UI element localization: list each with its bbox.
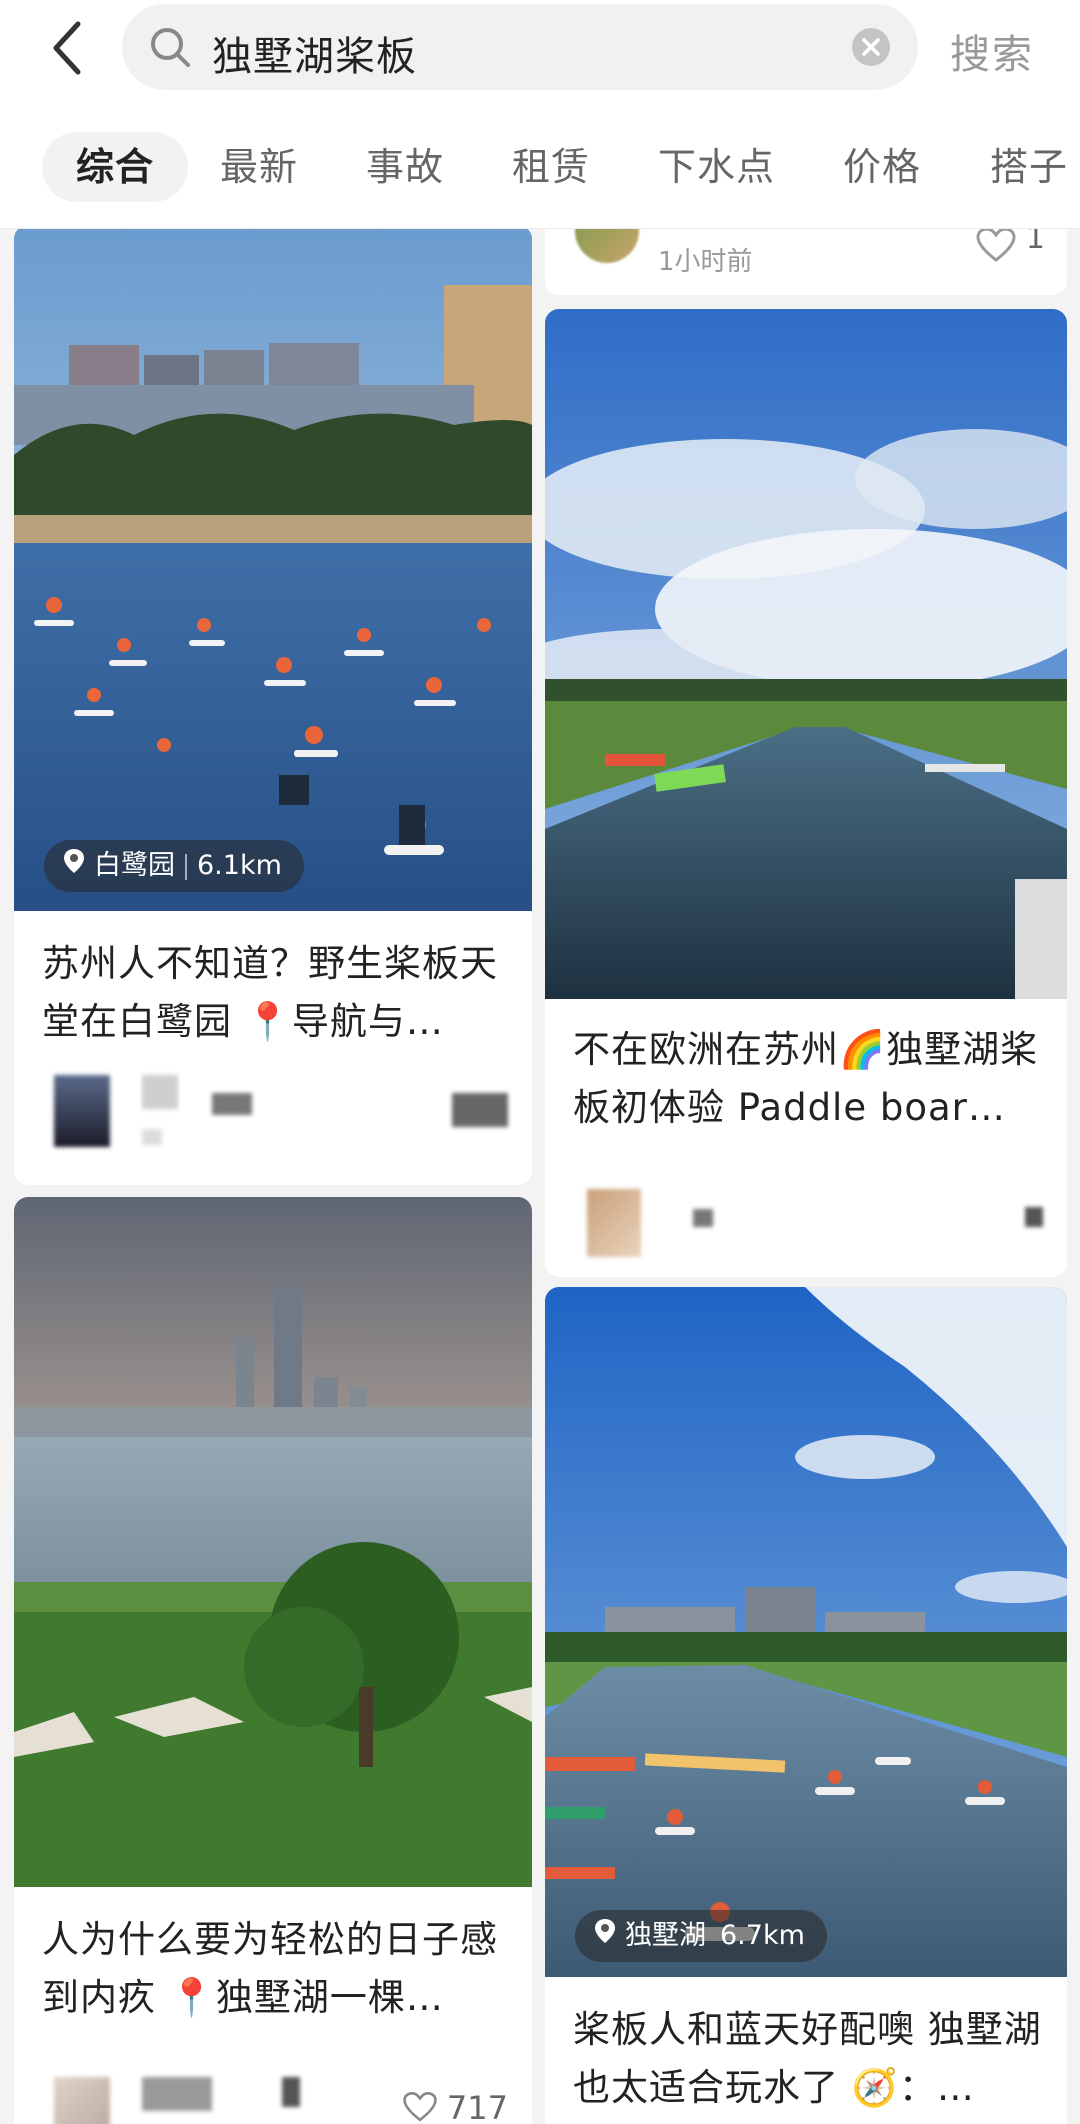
- search-query-text: 独墅湖桨板: [212, 34, 417, 80]
- note-title: 人为什么要为轻松的日子感到内疚 📍独墅湖一棵…: [42, 1918, 498, 2019]
- location-badge: 独墅湖 6.7km: [575, 1910, 827, 1962]
- note-photo: [545, 1287, 1067, 1977]
- results-feed: 1小时前 1 白鹭园 6.1km 苏州人不知道？野生桨板天堂在白鹭园 📍导航与……: [0, 229, 1080, 2124]
- note-title: 苏州人不知道？野生桨板天堂在白鹭园 📍导航与…: [42, 942, 498, 1043]
- author-row: 717: [42, 2077, 508, 2124]
- clear-icon[interactable]: [852, 28, 890, 66]
- avatar: [54, 2077, 110, 2124]
- like-count: 717: [446, 2089, 508, 2124]
- location-name: 独墅湖: [625, 1920, 706, 1951]
- avatar: [54, 1075, 110, 1147]
- tab-accident[interactable]: 事故: [366, 132, 444, 202]
- heart-icon[interactable]: [975, 229, 1017, 267]
- post-time: 1小时前: [658, 247, 753, 277]
- author-row: [573, 1189, 1043, 1259]
- note-photo: [14, 229, 532, 911]
- heart-icon[interactable]: [402, 2091, 438, 2124]
- location-distance: 6.7km: [720, 1920, 805, 1951]
- location-pin-icon: [593, 1911, 617, 1963]
- blurred-text: [282, 2077, 300, 2107]
- author-name: [693, 1209, 713, 1227]
- tab-latest[interactable]: 最新: [220, 132, 298, 202]
- tab-launch-point[interactable]: 下水点: [658, 132, 775, 202]
- note-title: 不在欧洲在苏州🌈独墅湖桨板初体验 Paddle boar…: [573, 1028, 1039, 1129]
- tab-partner[interactable]: 搭子: [990, 132, 1068, 202]
- note-title: 桨板人和蓝天好配噢 独墅湖也太适合玩水了 🧭：…: [573, 2008, 1042, 2109]
- search-input[interactable]: 独墅湖桨板: [122, 4, 918, 90]
- like-count: 1: [1025, 229, 1045, 256]
- partial-note-card[interactable]: 1小时前 1: [545, 229, 1067, 295]
- note-card[interactable]: 不在欧洲在苏州🌈独墅湖桨板初体验 Paddle boar…: [545, 309, 1067, 1277]
- tab-rental[interactable]: 租赁: [512, 132, 590, 202]
- note-card[interactable]: 人为什么要为轻松的日子感到内疚 📍独墅湖一棵… 717: [14, 1197, 532, 2124]
- author-row: [42, 1075, 508, 1147]
- avatar: [587, 1189, 641, 1257]
- back-icon[interactable]: [40, 18, 100, 78]
- tab-price[interactable]: 价格: [843, 132, 921, 202]
- like-count: [452, 1093, 508, 1127]
- search-button[interactable]: 搜索: [950, 22, 1034, 80]
- search-icon: [148, 25, 192, 69]
- filter-tabs: 综合 最新 事故 租赁 下水点 价格 搭子: [0, 108, 1080, 229]
- author-name: [142, 1075, 178, 1109]
- note-photo: [14, 1197, 532, 1887]
- note-card[interactable]: 白鹭园 6.1km 苏州人不知道？野生桨板天堂在白鹭园 📍导航与…: [14, 229, 532, 1185]
- note-photo: [545, 309, 1067, 999]
- blurred-text: [142, 1129, 162, 1145]
- location-badge: 白鹭园 6.1km: [44, 840, 304, 892]
- tab-comprehensive[interactable]: 综合: [42, 132, 189, 202]
- location-pin-icon: [62, 841, 86, 893]
- like-count: [1025, 1207, 1043, 1227]
- location-name: 白鹭园: [94, 850, 175, 881]
- avatar: [575, 229, 639, 263]
- search-header: 独墅湖桨板 搜索: [0, 0, 1080, 109]
- blurred-text: [212, 1093, 252, 1115]
- note-card[interactable]: 独墅湖 6.7km 桨板人和蓝天好配噢 独墅湖也太适合玩水了 🧭：…: [545, 1287, 1067, 2124]
- location-distance: 6.1km: [197, 850, 282, 881]
- author-name: [142, 2077, 212, 2111]
